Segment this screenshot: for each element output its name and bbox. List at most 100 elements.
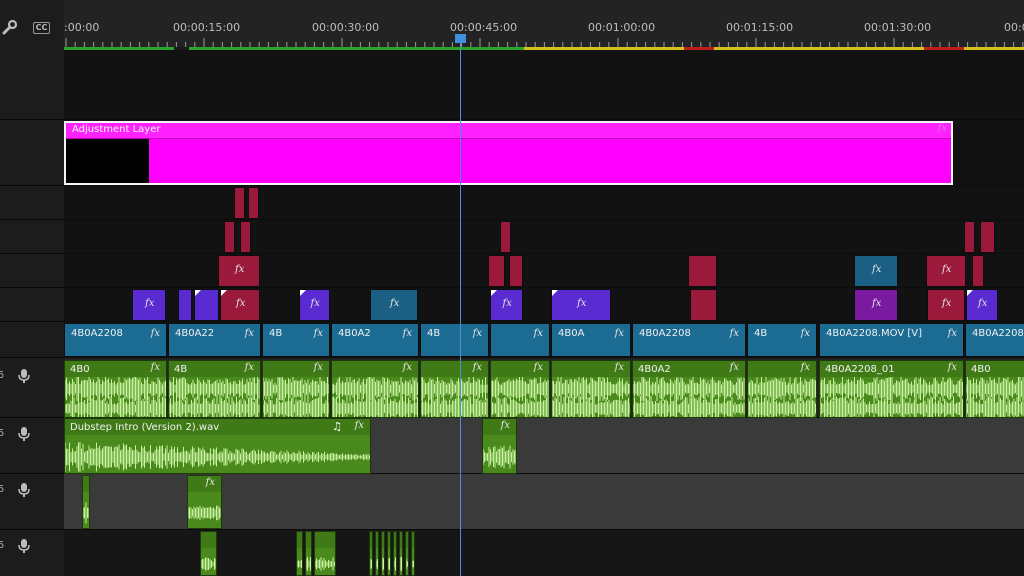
clip-name: 4B [427, 328, 441, 339]
audio-clip[interactable]: fx [551, 360, 631, 418]
red-clip[interactable] [964, 221, 975, 253]
audio-clip[interactable] [387, 531, 391, 576]
video-clip[interactable]: 4B0A2208 [965, 323, 1024, 357]
red-clip[interactable] [248, 187, 259, 219]
fx-badge: fx [502, 298, 512, 309]
blue-clip[interactable]: fx [370, 289, 418, 321]
timecode-label: :00:00 [64, 21, 100, 34]
waveform-path [297, 559, 302, 568]
time-ruler[interactable]: :00:00 00:00:15:00 00:00:30:00 00:00:45:… [64, 0, 1024, 50]
audio-clip[interactable]: fx [331, 360, 419, 418]
audio-clip[interactable] [82, 475, 90, 529]
microphone-icon[interactable] [17, 426, 31, 442]
video-clip[interactable]: 4B0A2 fx [331, 323, 419, 357]
purple-clip[interactable]: fx [132, 289, 166, 321]
captions-button[interactable]: CC [33, 22, 50, 34]
audio-clip[interactable]: 4B fx [168, 360, 261, 418]
audio-clip[interactable]: 4B0 [965, 360, 1024, 418]
red-clip[interactable] [972, 255, 984, 287]
track-lane-v5[interactable] [64, 50, 1024, 120]
video-clip[interactable]: fx [490, 323, 550, 357]
microphone-icon[interactable] [17, 368, 31, 384]
red-clip[interactable] [688, 255, 717, 287]
track-header-v1b[interactable] [0, 288, 64, 322]
purple-clip[interactable] [178, 289, 192, 321]
microphone-icon[interactable] [17, 482, 31, 498]
audio-clip[interactable]: fx [187, 475, 222, 529]
track-lane-v3[interactable] [64, 186, 1024, 220]
audio-clip[interactable] [200, 531, 217, 576]
red-clip[interactable] [690, 289, 717, 321]
audio-clip[interactable] [411, 531, 415, 576]
video-clip[interactable]: 4B fx [262, 323, 330, 357]
audio-clip[interactable] [381, 531, 385, 576]
waveform [483, 445, 516, 469]
magenta-purple-clip[interactable]: fx [854, 289, 898, 321]
audio-clip[interactable] [369, 531, 373, 576]
video-clip[interactable]: 4B fx [420, 323, 489, 357]
video-clip[interactable]: 4B0A22 fx [168, 323, 261, 357]
track-lane-v2b[interactable] [64, 220, 1024, 254]
audio-clip[interactable] [399, 531, 403, 576]
track-header-a2[interactable]: 5 [0, 418, 64, 474]
waveform-path [169, 377, 260, 402]
track-header-v4[interactable] [0, 120, 64, 186]
audio-clip[interactable] [296, 531, 303, 576]
video-clip[interactable]: 4B0A2208 fx [632, 323, 746, 357]
track-header-a1[interactable]: 5 [0, 358, 64, 418]
red-clip[interactable] [488, 255, 505, 287]
red-clip[interactable] [240, 221, 251, 253]
purple-clip[interactable] [194, 289, 219, 321]
purple-clip[interactable]: fx [966, 289, 998, 321]
red-clip[interactable] [500, 221, 511, 253]
red-clip[interactable]: fx [218, 255, 260, 287]
audio-clip[interactable] [375, 531, 379, 576]
red-clip[interactable] [234, 187, 245, 219]
audio-clip[interactable]: fx [420, 360, 489, 418]
audio-clip[interactable]: 4B0 fx [64, 360, 167, 418]
fx-badge: fx [390, 298, 400, 309]
video-clip[interactable]: 4B0A2208.MOV [V] fx [819, 323, 964, 357]
microphone-icon[interactable] [17, 538, 31, 554]
audio-clip[interactable] [305, 531, 312, 576]
red-clip[interactable] [224, 221, 235, 253]
red-clip[interactable] [980, 221, 995, 253]
track-header-a4[interactable]: 5 [0, 530, 64, 576]
red-clip[interactable] [509, 255, 523, 287]
audio-clip[interactable] [314, 531, 336, 576]
track-header-v2b[interactable] [0, 220, 64, 254]
video-clip[interactable]: 4B fx [747, 323, 817, 357]
playhead-line[interactable] [460, 34, 461, 576]
purple-clip[interactable]: fx [490, 289, 523, 321]
track-header-v2[interactable] [0, 254, 64, 288]
adjustment-layer-clip[interactable]: Adjustment Layer fx [64, 121, 953, 185]
audio-clip[interactable]: fx [747, 360, 817, 418]
audio-clip[interactable] [405, 531, 409, 576]
red-clip[interactable]: fx [927, 289, 965, 321]
purple-clip[interactable]: fx [299, 289, 330, 321]
audio-clip[interactable]: Dubstep Intro (Version 2).wav ♫ fx [64, 418, 371, 474]
track-header-a3[interactable]: 5 [0, 474, 64, 530]
playhead-handle[interactable] [455, 34, 466, 43]
audio-clip-header [388, 532, 390, 548]
track-header-v1[interactable] [0, 322, 64, 358]
audio-clip[interactable]: 4B0A2208_01 fx [819, 360, 964, 418]
audio-clip[interactable]: fx [262, 360, 330, 418]
timecode-label: 00:01:30:00 [864, 21, 932, 34]
purple-clip[interactable]: fx [551, 289, 611, 321]
fx-badge: fx [310, 298, 320, 309]
blue-clip[interactable]: fx [854, 255, 898, 287]
wrench-icon[interactable] [2, 19, 18, 36]
video-clip[interactable]: 4B0A fx [551, 323, 631, 357]
track-header-v5[interactable] [0, 50, 64, 120]
audio-clip-header [315, 532, 335, 548]
audio-clip[interactable] [393, 531, 397, 576]
red-clip[interactable]: fx [220, 289, 260, 321]
audio-clip[interactable]: fx [482, 418, 517, 474]
video-clip[interactable]: 4B0A2208 fx [64, 323, 167, 357]
audio-clip[interactable]: 4B0A2 fx [632, 360, 746, 418]
timeline-tracks[interactable]: Adjustment Layer fx fx fx fx fx fx fx fx fx fx f… [64, 50, 1024, 576]
track-header-v3[interactable] [0, 186, 64, 220]
red-clip[interactable]: fx [926, 255, 966, 287]
audio-clip[interactable]: fx [490, 360, 550, 418]
